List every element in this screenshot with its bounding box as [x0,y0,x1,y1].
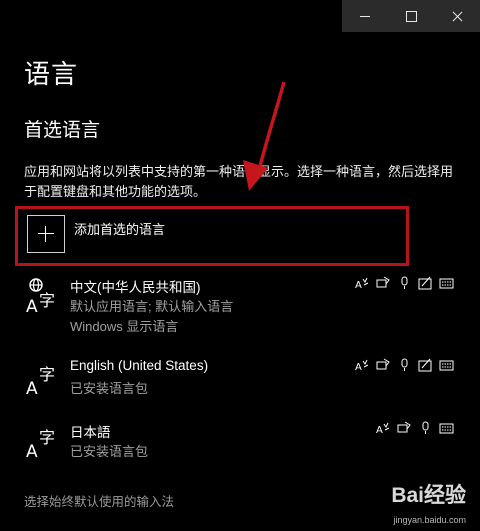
speech-recognition-icon [376,358,390,370]
language-features: A [355,358,454,372]
text-to-speech-icon: A [355,359,369,372]
language-detail: 默认应用语言; 默认输入语言 [70,299,234,314]
language-settings-page: 语言 首选语言 应用和网站将以列表中支持的第一种语言显示。选择一种语言，然后选择… [0,0,480,531]
language-item-en-us[interactable]: A 字 English (United States) 已安装语言包 A [24,358,464,428]
close-icon[interactable] [434,0,480,32]
svg-text:A: A [26,297,38,316]
language-icon: A 字 [26,365,55,398]
watermark-suffix: 经验 [424,484,466,507]
microphone-icon [401,276,408,289]
svg-text:字: 字 [39,291,55,310]
svg-text:A: A [26,379,38,398]
maximize-icon[interactable] [388,0,434,32]
handwriting-icon [418,276,432,290]
section-description: 应用和网站将以列表中支持的第一种语言显示。选择一种语言，然后选择用于配置键盘和其… [24,164,454,199]
watermark-brand: Bai [391,484,424,507]
language-item-zh-cn[interactable]: A 字 中文(中华人民共和国) 默认应用语言; 默认输入语言 Windows 显… [24,276,464,346]
default-input-method-link[interactable]: 选择始终默认使用的输入法 [24,491,174,510]
handwriting-icon [418,358,432,372]
svg-text:A: A [355,280,362,290]
watermark-url: jingyan.baidu.com [393,515,466,525]
microphone-icon [401,358,408,371]
language-detail: 已安装语言包 [70,444,149,459]
language-icon: A 字 [26,428,55,461]
language-name: English (United States) [70,358,209,373]
add-language-label: 添加首选的语言 [74,222,166,237]
page-title: 语言 [24,59,79,89]
language-detail-2: Windows 显示语言 [70,319,179,334]
add-language-button[interactable]: 添加首选的语言 [15,206,409,266]
keyboard-icon [439,278,454,289]
language-features: A [355,276,454,290]
microphone-icon [422,421,429,434]
keyboard-icon [439,423,454,434]
watermark-logo: Bai经验 [391,479,466,509]
language-name: 日本語 [70,425,111,440]
speech-recognition-icon [376,276,390,288]
language-features: A [376,421,454,435]
svg-text:A: A [26,442,38,461]
window-titlebar [342,0,480,32]
minimize-icon[interactable] [342,0,388,32]
text-to-speech-icon: A [376,422,390,435]
keyboard-icon [439,360,454,371]
svg-text:字: 字 [39,428,55,447]
language-detail: 已安装语言包 [70,381,149,396]
globe-language-icon: A 字 [26,278,55,316]
svg-text:字: 字 [39,365,55,384]
language-name: 中文(中华人民共和国) [70,280,201,295]
plus-icon [27,215,65,253]
text-to-speech-icon: A [355,277,369,290]
svg-text:A: A [355,362,362,372]
svg-text:A: A [376,425,383,435]
section-title: 首选语言 [24,120,101,141]
speech-recognition-icon [397,421,411,433]
